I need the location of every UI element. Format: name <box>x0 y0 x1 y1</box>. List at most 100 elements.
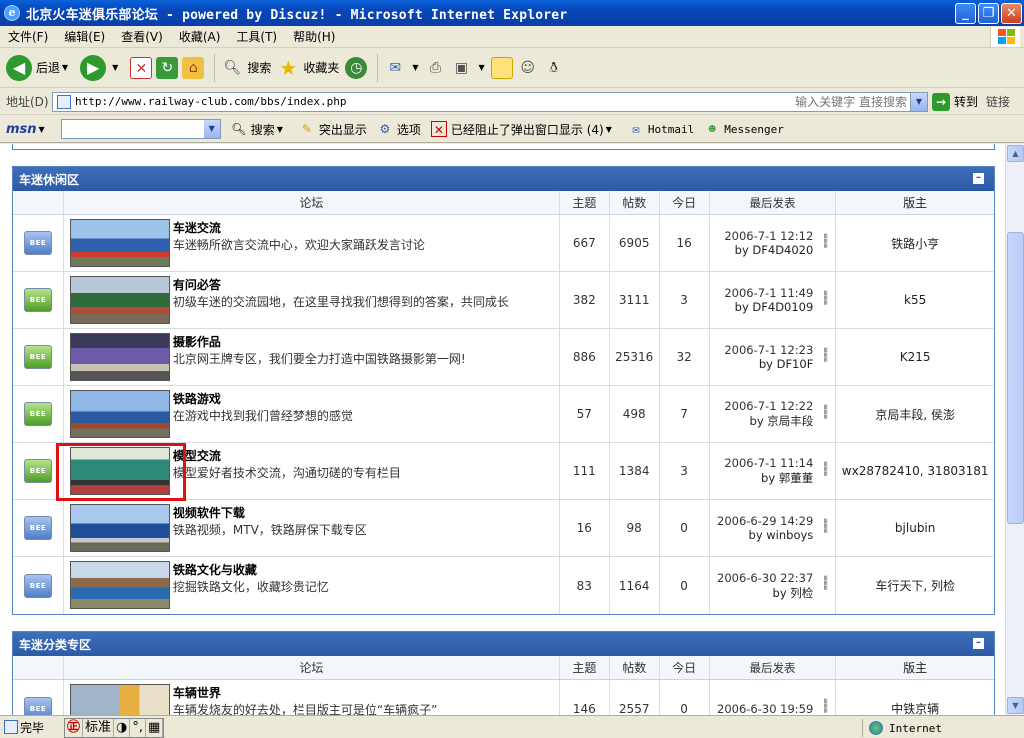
latest-post-icon[interactable]: ≡≡≡ <box>821 233 829 248</box>
mail-icon[interactable]: ✉ <box>384 57 406 79</box>
forum-name-link[interactable]: 铁路游戏 <box>173 390 353 407</box>
forum-thumbnail[interactable] <box>69 276 170 324</box>
last-post-author[interactable]: by 郭董董 <box>761 470 813 486</box>
last-post-date[interactable]: 2006-6-30 22:37 <box>717 571 813 585</box>
forward-button[interactable]: ▶ ▼ <box>80 54 124 81</box>
minimize-button[interactable]: _ <box>955 3 976 24</box>
go-button[interactable]: → 转到 <box>932 92 978 111</box>
latest-post-icon[interactable]: ≡≡≡ <box>821 404 829 419</box>
latest-post-icon[interactable]: ≡≡≡ <box>821 698 829 713</box>
history-icon[interactable]: ◷ <box>345 56 368 79</box>
chevron-down-icon[interactable]: ▼ <box>479 63 485 72</box>
favorites-button[interactable]: ★ 收藏夹 <box>277 57 339 79</box>
stop-icon[interactable]: ✕ <box>130 56 153 79</box>
search-button[interactable]: 🔍︎ 搜索 <box>221 57 271 79</box>
menu-edit[interactable]: 编辑(E) <box>56 28 113 45</box>
collapse-icon[interactable]: – <box>973 638 984 649</box>
ime-mode-label[interactable]: 标准 <box>83 719 115 737</box>
address-input[interactable]: http://www.railway-club.com/bbs/index.ph… <box>52 91 928 112</box>
chevron-down-icon[interactable]: ▼ <box>62 63 68 72</box>
msn-dropdown-button[interactable]: ▼ <box>203 120 220 138</box>
hotmail-button[interactable]: ✉ Hotmail <box>628 121 694 137</box>
forum-name-link[interactable]: 铁路文化与收藏 <box>173 561 329 578</box>
chevron-down-icon[interactable]: ▼ <box>606 125 612 134</box>
moderator[interactable]: 铁路小亨 <box>835 215 994 271</box>
last-post-author[interactable]: by winboys <box>749 528 814 542</box>
moderator[interactable]: 中铁京辆 <box>835 680 994 715</box>
discuss-icon[interactable] <box>490 56 513 79</box>
forum-name-link[interactable]: 摄影作品 <box>173 333 466 350</box>
restore-button[interactable]: ❐ <box>978 3 999 24</box>
ime-logo-icon[interactable]: ㊣ <box>65 719 84 737</box>
moderator[interactable]: k55 <box>835 272 994 328</box>
forum-thumbnail[interactable] <box>69 390 170 438</box>
home-icon[interactable]: ⌂ <box>182 56 205 79</box>
latest-post-icon[interactable]: ≡≡≡ <box>821 575 829 590</box>
last-post-author[interactable]: by DF10F <box>759 357 813 371</box>
refresh-icon[interactable]: ↻ <box>156 56 179 79</box>
highlight-button[interactable]: ✎ 突出显示 <box>299 121 367 138</box>
chevron-down-icon[interactable]: ▼ <box>277 125 283 134</box>
last-post-date[interactable]: 2006-7-1 12:23 <box>724 343 813 357</box>
links-button[interactable]: 链接 <box>986 93 1010 110</box>
last-post-author[interactable]: by 京局丰段 <box>750 413 814 429</box>
menu-tools[interactable]: 工具(T) <box>228 28 285 45</box>
ime-toolbar[interactable]: ㊣ 标准 ◑ °, ▦ <box>64 718 165 738</box>
last-post-author[interactable]: by DF4D4020 <box>735 243 814 257</box>
soft-keyboard-icon[interactable]: ▦ <box>146 719 164 737</box>
scroll-up-button[interactable]: ▲ <box>1007 145 1024 162</box>
latest-post-icon[interactable]: ≡≡≡ <box>821 290 829 305</box>
chevron-down-icon[interactable]: ▼ <box>112 63 118 72</box>
forum-name-link[interactable]: 车迷交流 <box>173 219 425 236</box>
menu-view[interactable]: 查看(V) <box>113 28 171 45</box>
last-post-date[interactable]: 2006-6-29 14:29 <box>717 514 813 528</box>
last-post-date[interactable]: 2006-6-30 19:59 <box>717 702 813 716</box>
last-post-date[interactable]: 2006-7-1 12:22 <box>724 399 813 413</box>
forum-name-link[interactable]: 模型交流 <box>173 447 401 464</box>
moderator[interactable]: 车行天下, 列检 <box>835 557 994 614</box>
print-icon[interactable]: ⎙ <box>425 57 447 79</box>
scroll-thumb[interactable] <box>1007 232 1024 524</box>
menu-favorites[interactable]: 收藏(A) <box>171 28 229 45</box>
msn-search-button[interactable]: 🔍︎ 搜索 ▼ <box>231 121 289 138</box>
last-post-date[interactable]: 2006-7-1 12:12 <box>724 229 813 243</box>
moderator[interactable]: 京局丰段, 侯澎 <box>835 386 994 442</box>
half-width-icon[interactable]: ◑ <box>114 719 131 737</box>
options-button[interactable]: ⚙ 选项 <box>377 121 421 138</box>
messenger-button[interactable]: ☻ Messenger <box>704 121 784 137</box>
forum-thumbnail[interactable] <box>69 333 170 381</box>
popup-blocker-button[interactable]: ✕ 已经阻止了弹出窗口显示 (4) ▼ <box>430 121 618 138</box>
last-post-date[interactable]: 2006-7-1 11:14 <box>724 456 813 470</box>
moderator[interactable]: K215 <box>835 329 994 385</box>
last-post-date[interactable]: 2006-7-1 11:49 <box>724 286 813 300</box>
chevron-down-icon[interactable]: ▼ <box>412 63 418 72</box>
latest-post-icon[interactable]: ≡≡≡ <box>821 347 829 362</box>
keyword-search-hint[interactable]: 输入关键字 直接搜索 <box>795 93 907 110</box>
forum-thumbnail[interactable] <box>69 504 170 552</box>
qq-icon[interactable]: 🐧︎ <box>543 57 565 79</box>
last-post-author[interactable]: by DF4D0109 <box>735 300 814 314</box>
forum-name-link[interactable]: 车辆世界 <box>173 684 437 701</box>
forum-name-link[interactable]: 视频软件下载 <box>173 504 367 521</box>
menu-file[interactable]: 文件(F) <box>0 28 56 45</box>
collapse-icon[interactable]: – <box>973 173 984 184</box>
vertical-scrollbar[interactable]: ▲ ▼ <box>1005 144 1024 715</box>
moderator[interactable]: wx28782410, 31803181 <box>835 443 994 499</box>
forum-name-link[interactable]: 有问必答 <box>173 276 509 293</box>
close-button[interactable]: ✕ <box>1001 3 1022 24</box>
edit-icon[interactable]: ▣ <box>451 57 473 79</box>
forum-thumbnail[interactable] <box>69 219 170 267</box>
forum-thumbnail[interactable] <box>69 447 170 495</box>
menu-help[interactable]: 帮助(H) <box>285 28 343 45</box>
messenger-icon[interactable]: ☺ <box>517 57 539 79</box>
address-url[interactable]: http://www.railway-club.com/bbs/index.ph… <box>75 95 347 108</box>
back-button[interactable]: ◀ 后退 ▼ <box>6 54 74 81</box>
latest-post-icon[interactable]: ≡≡≡ <box>821 461 829 476</box>
forum-thumbnail[interactable] <box>69 684 170 715</box>
forum-thumbnail[interactable] <box>69 561 170 609</box>
msn-logo[interactable]: msn <box>6 122 37 137</box>
last-post-author[interactable]: by 列检 <box>773 585 814 601</box>
punctuation-icon[interactable]: °, <box>130 719 147 737</box>
chevron-down-icon[interactable]: ▼ <box>39 125 45 134</box>
msn-search-input[interactable]: ▼ <box>60 119 221 139</box>
